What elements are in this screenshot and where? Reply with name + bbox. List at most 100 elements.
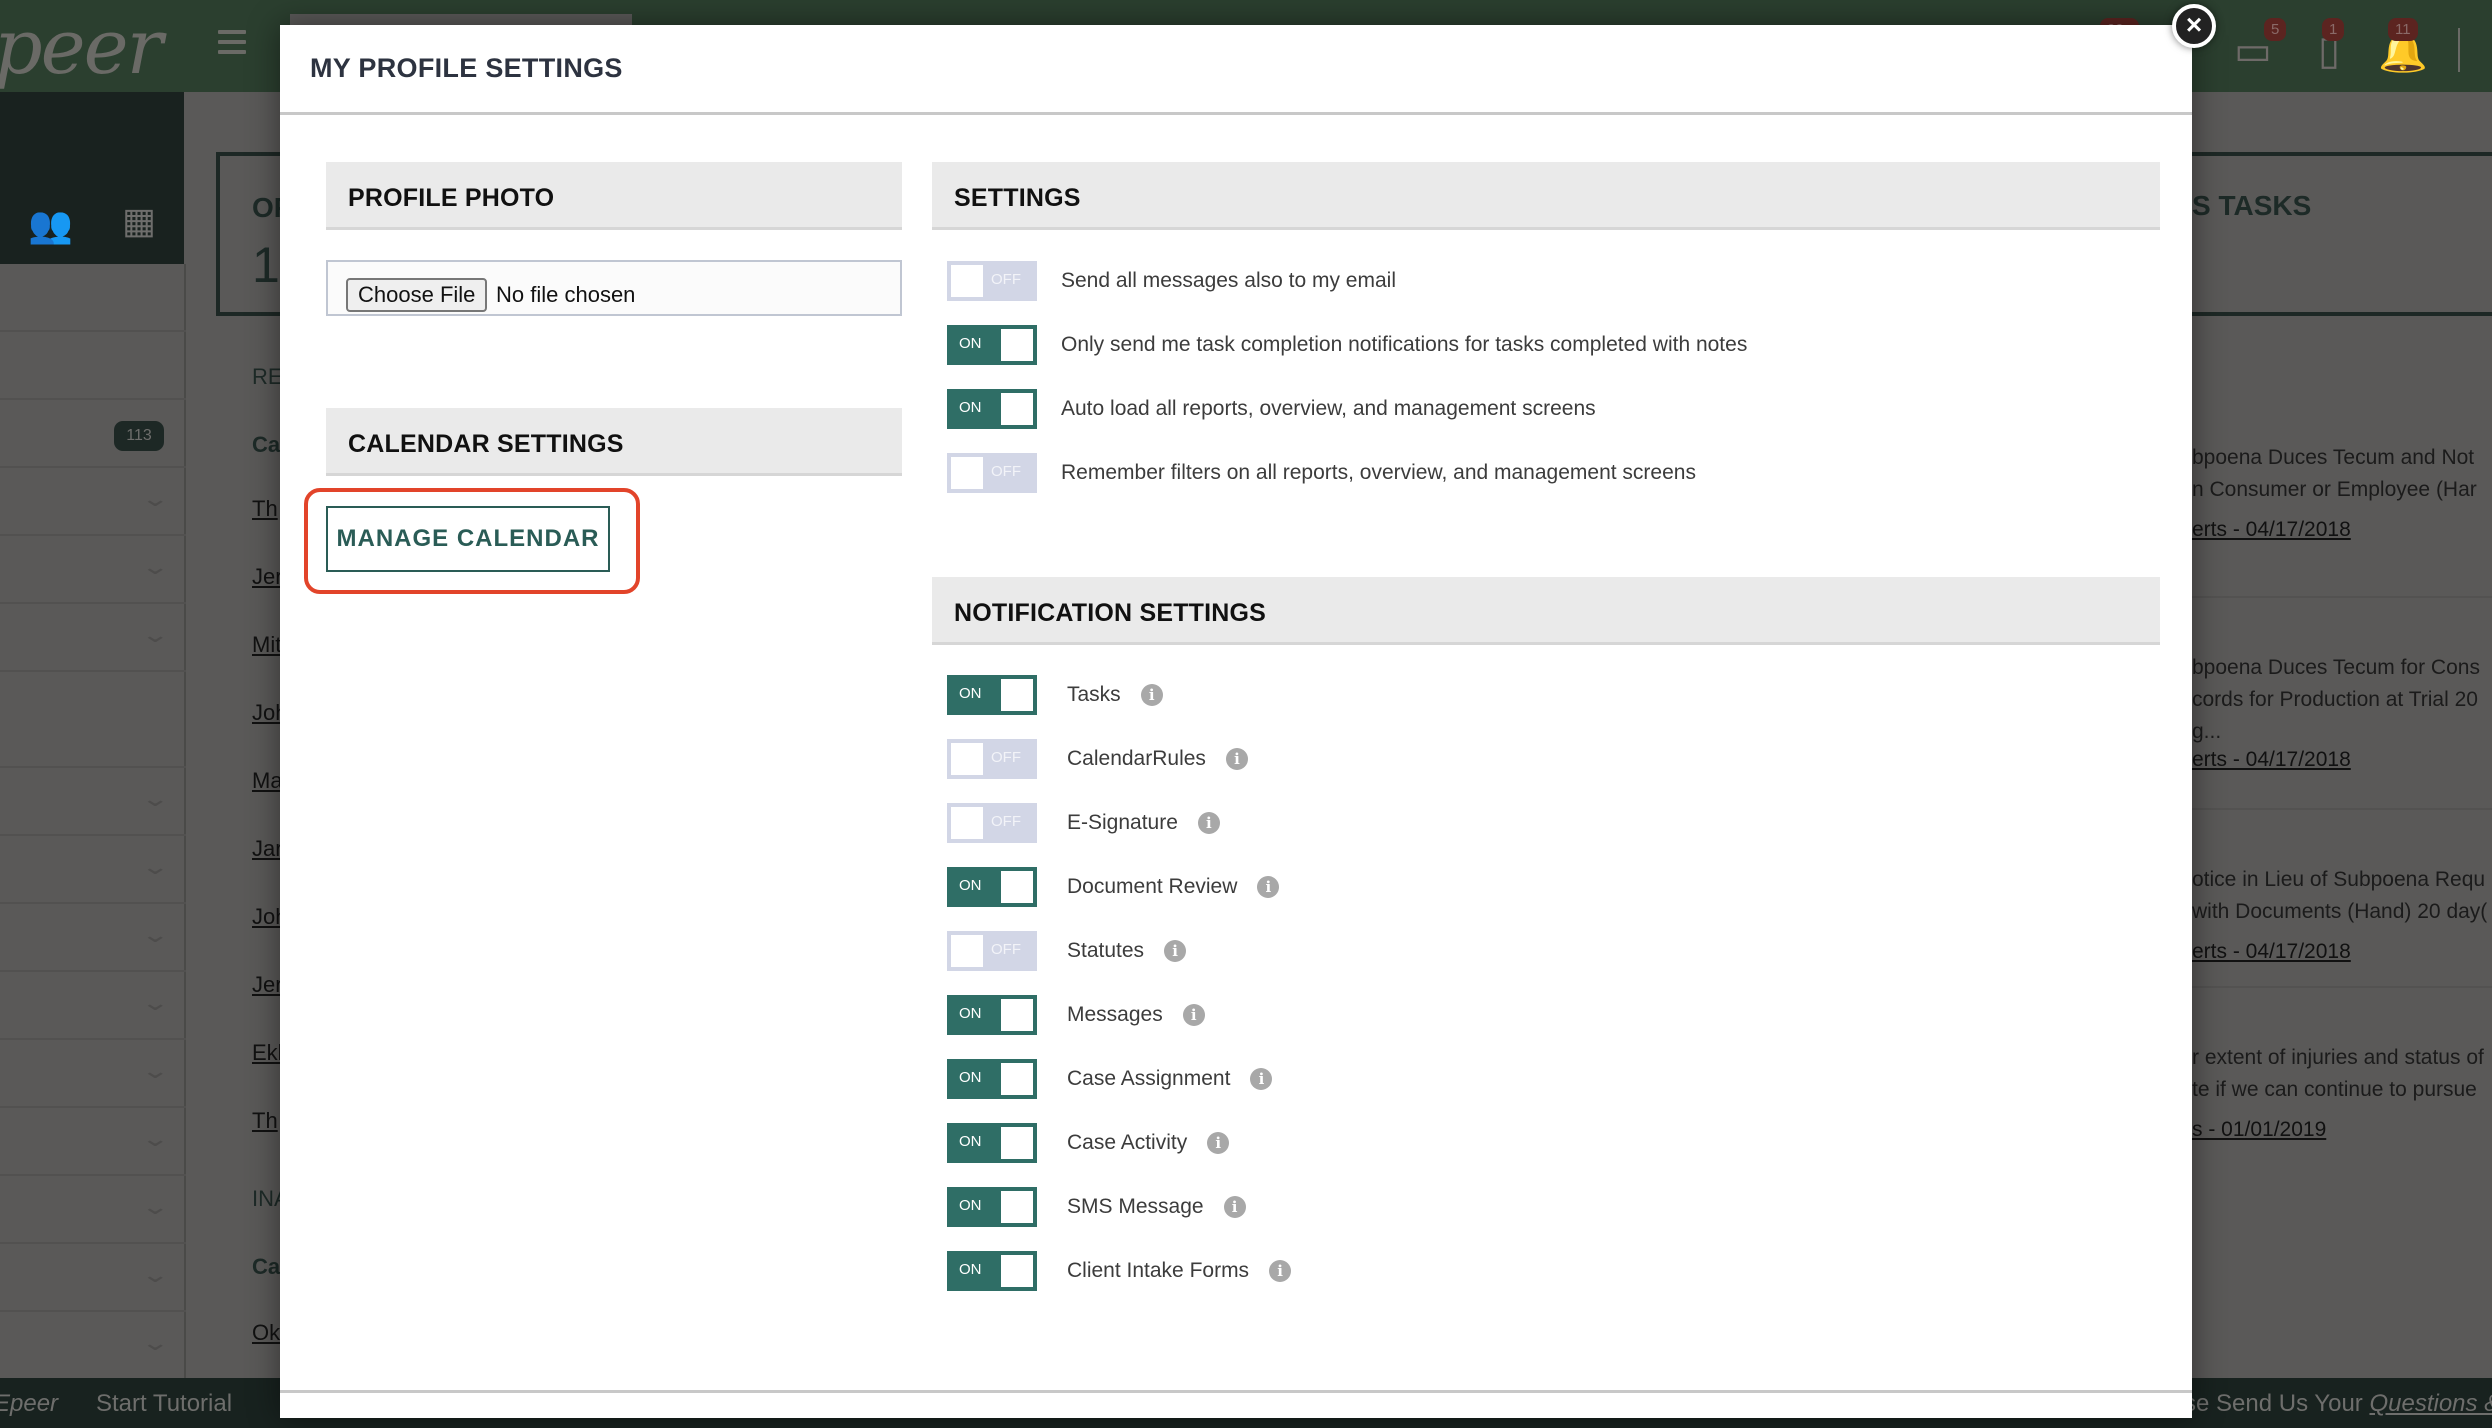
list-section-header: RE: [252, 364, 283, 389]
sidebar-row[interactable]: ⌄: [0, 1244, 186, 1312]
info-icon[interactable]: i: [1257, 876, 1280, 898]
chevron-down-icon[interactable]: ⌄: [140, 1194, 170, 1220]
chevron-down-icon[interactable]: ⌄: [140, 854, 170, 880]
setting-toggle[interactable]: OFF: [947, 261, 1037, 301]
choose-file-button[interactable]: Choose File: [346, 278, 488, 312]
info-icon[interactable]: i: [1164, 940, 1187, 962]
notification-toggle[interactable]: OFF: [947, 803, 1037, 843]
info-icon[interactable]: i: [1197, 812, 1220, 834]
toggle-knob[interactable]: [1001, 679, 1033, 711]
info-icon[interactable]: i: [1225, 748, 1248, 770]
notification-label-wrap: E-Signature i: [1067, 811, 1220, 835]
toggle-knob[interactable]: [951, 457, 983, 489]
sidebar-row[interactable]: ⌄: [0, 1040, 186, 1108]
notification-label-wrap: SMS Message i: [1067, 1195, 1246, 1219]
chevron-down-icon[interactable]: ⌄: [140, 1058, 170, 1084]
list-item[interactable]: Th: [252, 1108, 278, 1134]
sidebar-row[interactable]: ⌄: [0, 904, 186, 972]
info-icon[interactable]: i: [1207, 1132, 1230, 1154]
task-link[interactable]: s - 01/01/2019: [2192, 1118, 2326, 1142]
list-item[interactable]: Jar: [252, 836, 283, 862]
list-item[interactable]: Th: [252, 496, 278, 522]
list-item[interactable]: Mit: [252, 632, 281, 658]
sidebar-row[interactable]: ⌄: [0, 604, 186, 672]
sidebar-row[interactable]: ⌄: [0, 768, 186, 836]
sidebar-row[interactable]: ⌄: [0, 1176, 186, 1244]
toggle-knob[interactable]: [951, 743, 983, 775]
chevron-down-icon[interactable]: ⌄: [140, 622, 170, 648]
start-tutorial-link[interactable]: Start Tutorial: [96, 1390, 232, 1418]
list-item[interactable]: Jer: [252, 972, 283, 998]
feedback-prefix: se Send Us Your: [2184, 1390, 2370, 1417]
toggle-state-label: OFF: [991, 813, 1021, 830]
manage-calendar-button[interactable]: MANAGE CALENDAR: [326, 506, 610, 572]
setting-toggle[interactable]: ON: [947, 389, 1037, 429]
list-item[interactable]: Ma: [252, 768, 283, 794]
toggle-knob[interactable]: [951, 265, 983, 297]
task-link[interactable]: erts - 04/17/2018: [2192, 518, 2351, 542]
chevron-down-icon[interactable]: ⌄: [140, 554, 170, 580]
setting-toggle[interactable]: OFF: [947, 453, 1037, 493]
toggle-knob[interactable]: [1001, 1127, 1033, 1159]
task-description-line: bpoena Duces Tecum and Not: [2192, 446, 2475, 469]
toggle-knob[interactable]: [951, 807, 983, 839]
toggle-knob[interactable]: [1001, 1063, 1033, 1095]
chevron-down-icon[interactable]: ⌄: [140, 922, 170, 948]
profile-photo-file-input[interactable]: Choose File No file chosen: [326, 260, 902, 316]
toggle-state-label: OFF: [991, 271, 1021, 288]
sidebar-row[interactable]: ⌄: [0, 972, 186, 1040]
sidebar-row[interactable]: ⌄: [0, 1108, 186, 1176]
toggle-knob[interactable]: [951, 935, 983, 967]
sidebar-row[interactable]: [0, 332, 186, 400]
list-item[interactable]: Ekl: [252, 1040, 283, 1066]
notification-toggle[interactable]: ON: [947, 1059, 1037, 1099]
toggle-knob[interactable]: [1001, 393, 1033, 425]
list-item[interactable]: Ok: [252, 1320, 280, 1346]
chevron-down-icon[interactable]: ⌄: [140, 786, 170, 812]
close-modal-button[interactable]: ×: [2172, 4, 2216, 48]
notification-toggle[interactable]: ON: [947, 867, 1037, 907]
notification-toggle[interactable]: OFF: [947, 739, 1037, 779]
toggle-knob[interactable]: [1001, 999, 1033, 1031]
notification-toggle[interactable]: ON: [947, 1251, 1037, 1291]
hamburger-menu-icon[interactable]: [218, 30, 246, 54]
info-icon[interactable]: i: [1223, 1196, 1246, 1218]
chevron-down-icon[interactable]: ⌄: [140, 1330, 170, 1356]
toggle-knob[interactable]: [1001, 1255, 1033, 1287]
info-icon[interactable]: i: [1140, 684, 1163, 706]
info-icon[interactable]: i: [1182, 1004, 1205, 1026]
notification-label: E-Signature: [1067, 811, 1178, 834]
info-icon[interactable]: i: [1250, 1068, 1273, 1090]
users-icon[interactable]: 👥: [28, 204, 73, 246]
chevron-down-icon[interactable]: ⌄: [140, 1126, 170, 1152]
setting-toggle[interactable]: ON: [947, 325, 1037, 365]
notification-toggle[interactable]: ON: [947, 995, 1037, 1035]
notification-toggle[interactable]: OFF: [947, 931, 1037, 971]
notification-label-wrap: Statutes i: [1067, 939, 1187, 963]
notification-toggle[interactable]: ON: [947, 1187, 1037, 1227]
toggle-state-label: OFF: [991, 941, 1021, 958]
chevron-down-icon[interactable]: ⌄: [140, 486, 170, 512]
toggle-knob[interactable]: [1001, 871, 1033, 903]
toggle-knob[interactable]: [1001, 329, 1033, 361]
notification-toggle[interactable]: ON: [947, 1123, 1037, 1163]
settings-heading: SETTINGS: [954, 184, 1081, 212]
sidebar-row[interactable]: ⌄: [0, 536, 186, 604]
sidebar-row[interactable]: [0, 672, 186, 768]
task-link[interactable]: erts - 04/17/2018: [2192, 748, 2351, 772]
list-item[interactable]: Jer: [252, 564, 283, 590]
app-logo[interactable]: peer: [0, 2, 163, 91]
chevron-down-icon[interactable]: ⌄: [140, 1262, 170, 1288]
sidebar-row[interactable]: [0, 264, 186, 332]
sidebar-row[interactable]: ⌄: [0, 836, 186, 904]
notification-toggle[interactable]: ON: [947, 675, 1037, 715]
task-link[interactable]: erts - 04/17/2018: [2192, 940, 2351, 964]
calendar-icon[interactable]: ▦: [122, 200, 156, 242]
sidebar-row[interactable]: ⌄: [0, 468, 186, 536]
questions-link[interactable]: Questions &: [2369, 1390, 2492, 1417]
info-icon[interactable]: i: [1269, 1260, 1292, 1282]
toggle-knob[interactable]: [1001, 1191, 1033, 1223]
sidebar-row[interactable]: ⌄: [0, 1312, 186, 1380]
notification-settings-heading: NOTIFICATION SETTINGS: [954, 599, 1267, 627]
chevron-down-icon[interactable]: ⌄: [140, 990, 170, 1016]
